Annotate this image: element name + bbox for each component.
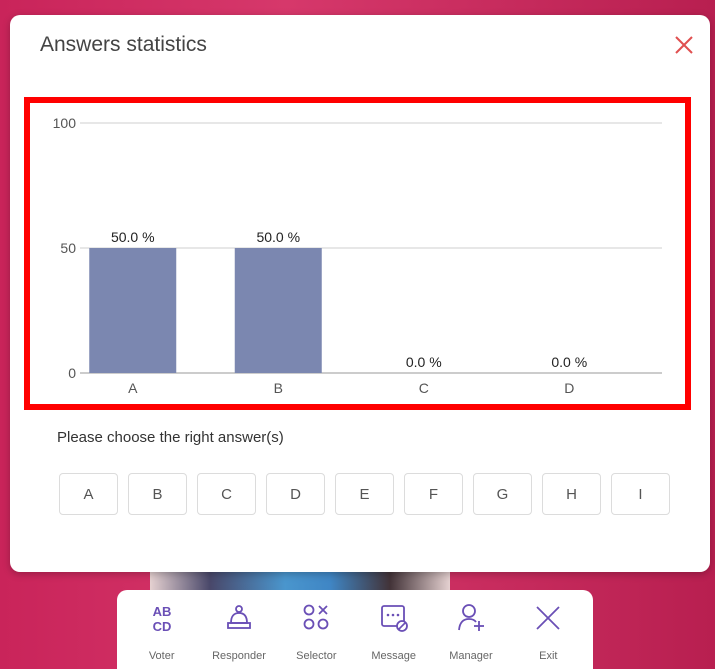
data-label: 50.0 % [111,229,155,245]
close-icon [536,606,560,630]
y-tick-label: 100 [53,115,77,131]
svg-text:AB: AB [152,604,171,619]
answer-option-button[interactable]: E [335,473,394,515]
toolbar-item-selector[interactable]: Selector [278,602,355,662]
bar [89,248,177,373]
data-label: 0.0 % [551,354,587,370]
answer-options: ABCDEFGHI [59,473,670,515]
answer-option-button[interactable]: H [542,473,601,515]
answer-option-button[interactable]: C [197,473,256,515]
toolbar-item-message[interactable]: Message [355,602,432,662]
bottom-toolbar: AB CD Voter Responder Selector Message Manager… [117,590,593,669]
selector-icon [303,604,329,630]
answers-bar-chart: 100 50 0 50.0 % A 50.0 % B 0.0 % C 0.0 % D [53,115,662,396]
y-tick-label: 50 [60,240,76,256]
voter-icon: ABCD [152,604,171,634]
prompt-text: Please choose the right answer(s) [57,429,284,446]
x-tick-label: B [274,380,283,396]
toolbar-item-responder[interactable]: Responder [200,602,277,662]
toolbar-item-label: Manager [449,650,493,662]
toolbar-item-manager[interactable]: Manager [432,602,509,662]
toolbar-item-label: Message [371,650,416,662]
answer-option-button[interactable]: F [404,473,463,515]
answer-option-button[interactable]: B [128,473,187,515]
answer-option-button[interactable]: D [266,473,325,515]
toolbar-item-label: Voter [148,650,175,662]
toolbar-item-label: Exit [539,650,558,662]
answer-option-button[interactable]: A [59,473,118,515]
close-button[interactable] [672,33,696,57]
x-tick-label: C [419,380,429,396]
add-user-icon [458,604,484,631]
message-icon [380,605,408,632]
data-label: 50.0 % [256,229,300,245]
toolbar-item-label: Responder [212,650,266,662]
toolbar-item-label: Selector [296,650,337,662]
close-icon [675,36,693,54]
bell-icon [227,605,251,629]
toolbar-item-exit[interactable]: Exit [510,602,587,662]
x-tick-label: A [128,380,138,396]
answer-option-button[interactable]: G [473,473,532,515]
y-tick-label: 0 [68,365,76,381]
svg-text:CD: CD [152,619,171,634]
toolbar-item-voter[interactable]: AB CD Voter [123,602,200,662]
x-tick-label: D [564,380,574,396]
answer-option-button[interactable]: I [611,473,670,515]
bar [234,248,322,373]
dialog-title: Answers statistics [40,33,207,56]
data-label: 0.0 % [406,354,442,370]
